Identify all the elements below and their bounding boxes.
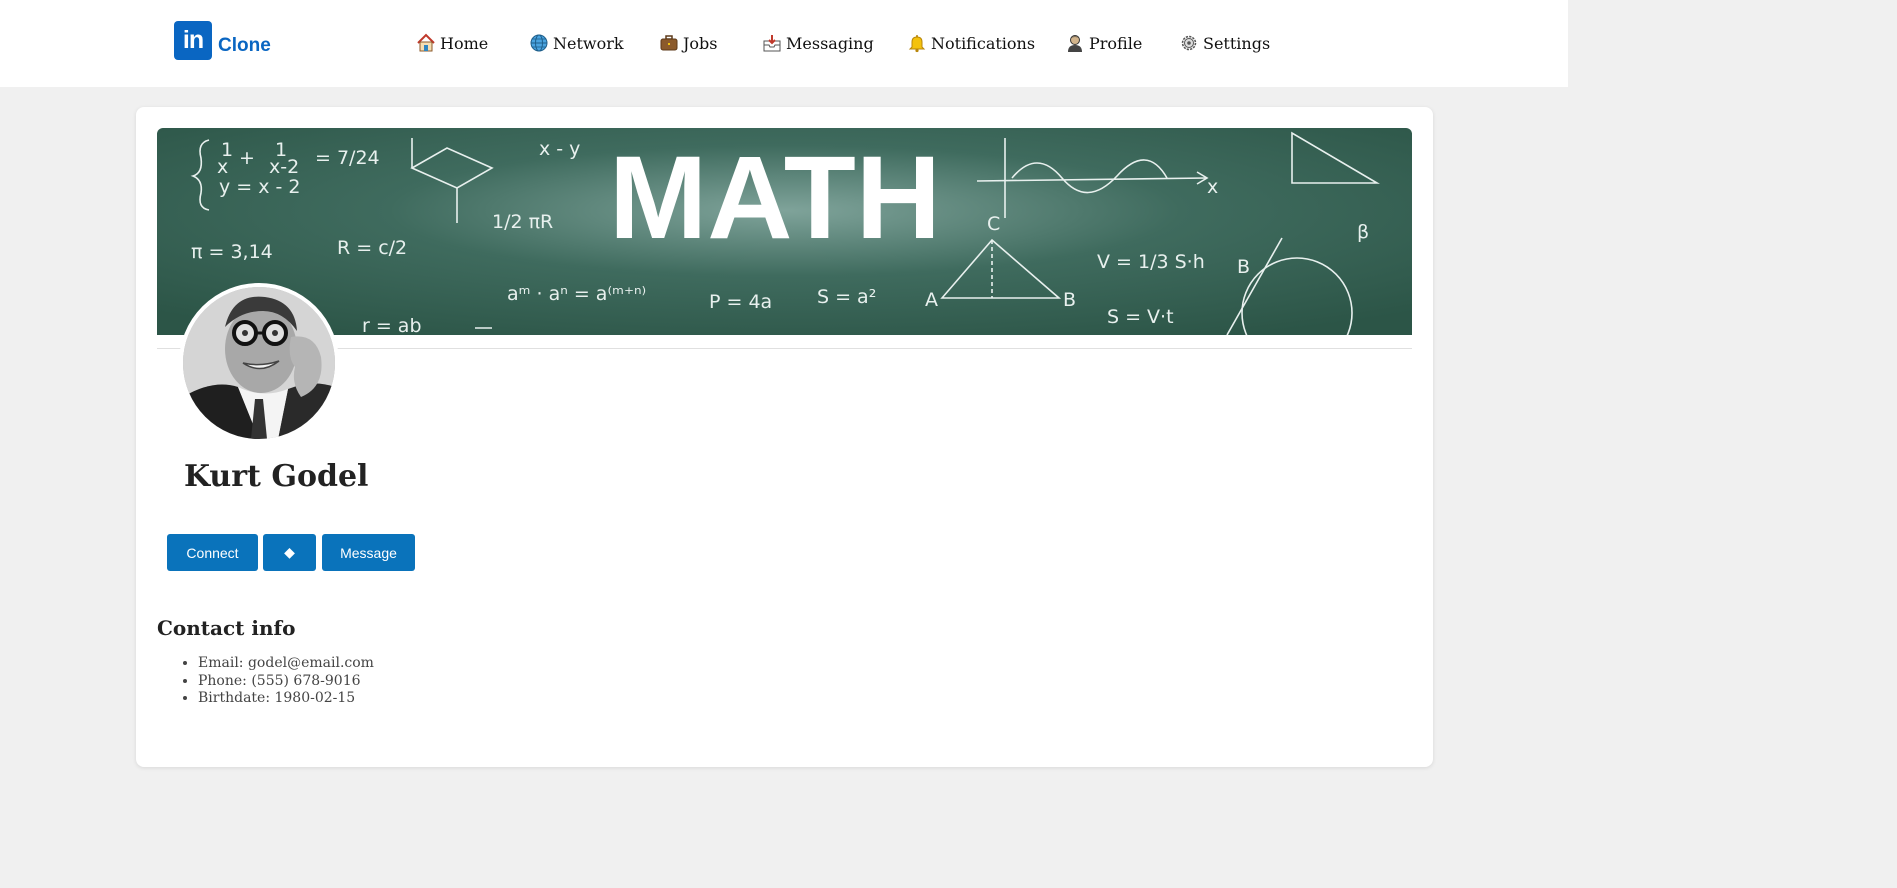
nav-label: Network [553, 33, 624, 53]
logo-mark: in [174, 21, 212, 60]
svg-text:P = 4a: P = 4a [709, 291, 772, 313]
top-navigation-bar: in Clone Home Network Jobs Messaging Not… [0, 0, 1568, 87]
svg-text:x - y: x - y [539, 138, 580, 160]
profile-name: Kurt Godel [184, 459, 369, 494]
contact-info-heading: Contact info [157, 616, 296, 640]
gear-icon [1181, 35, 1197, 51]
svg-text:R = c/2: R = c/2 [337, 237, 407, 259]
svg-text:π = 3,14: π = 3,14 [191, 241, 273, 263]
svg-text:+: + [239, 147, 255, 169]
avatar[interactable] [179, 283, 339, 443]
nav-item-jobs[interactable]: Jobs [659, 33, 718, 53]
contact-email: Email: godel@email.com [198, 655, 374, 673]
nav-item-messaging[interactable]: Messaging [762, 33, 874, 53]
svg-text:aᵐ · aⁿ = a⁽ᵐ⁺ⁿ⁾: aᵐ · aⁿ = a⁽ᵐ⁺ⁿ⁾ [507, 283, 646, 305]
nav-label: Home [440, 33, 489, 53]
logo-text: Clone [218, 34, 271, 56]
globe-icon [530, 34, 548, 52]
nav-item-network[interactable]: Network [529, 33, 624, 53]
nav-label: Notifications [931, 33, 1036, 53]
svg-text:S = a²: S = a² [817, 286, 876, 308]
briefcase-icon [660, 35, 678, 51]
svg-text:= 7/24: = 7/24 [315, 147, 380, 169]
nav-label: Jobs [683, 33, 718, 53]
contact-birthdate: Birthdate: 1980-02-15 [198, 690, 374, 708]
nav-label: Profile [1089, 33, 1143, 53]
svg-text:S = V·t: S = V·t [1107, 306, 1174, 328]
svg-text:x: x [1207, 176, 1218, 198]
svg-text:x: x [217, 156, 228, 178]
nav-item-home[interactable]: Home [416, 33, 488, 53]
contact-info-list: Email: godel@email.com Phone: (555) 678-… [157, 655, 374, 708]
profile-banner: MATH 1 x + 1 x-2 = 7/24 y = x - 2 π = 3,… [157, 128, 1412, 335]
nav-label: Messaging [786, 33, 874, 53]
more-options-button[interactable]: ◆ [263, 534, 316, 571]
bell-icon [908, 35, 926, 53]
inbox-tray-icon [763, 35, 781, 52]
svg-text:B: B [1237, 256, 1250, 278]
house-icon [417, 33, 435, 52]
svg-text:x-2: x-2 [269, 156, 299, 178]
nav-item-settings[interactable]: Settings [1179, 33, 1270, 53]
svg-text:1/2 πR: 1/2 πR [492, 211, 553, 233]
connect-button[interactable]: Connect [167, 534, 258, 571]
nav-item-notifications[interactable]: Notifications [907, 33, 1035, 53]
contact-phone: Phone: (555) 678-9016 [198, 673, 374, 691]
person-icon [1068, 35, 1082, 52]
banner-title: MATH [609, 132, 941, 264]
message-button[interactable]: Message [322, 534, 415, 571]
svg-text:V = 1/3 S·h: V = 1/3 S·h [1097, 251, 1205, 273]
logo[interactable]: in Clone [174, 21, 271, 60]
svg-text:A: A [925, 289, 938, 311]
math-chalkboard-banner: MATH 1 x + 1 x-2 = 7/24 y = x - 2 π = 3,… [157, 128, 1412, 335]
svg-text:y = x - 2: y = x - 2 [219, 176, 301, 198]
svg-text:r = ab: r = ab [362, 315, 422, 335]
nav-label: Settings [1203, 33, 1271, 53]
svg-text:C: C [987, 213, 1000, 235]
profile-card: MATH 1 x + 1 x-2 = 7/24 y = x - 2 π = 3,… [136, 107, 1433, 767]
svg-text:β: β [1357, 221, 1369, 243]
banner-divider [157, 348, 1412, 349]
profile-photo [183, 287, 335, 439]
nav-item-profile[interactable]: Profile [1065, 33, 1142, 53]
svg-text:B: B [1063, 289, 1076, 311]
